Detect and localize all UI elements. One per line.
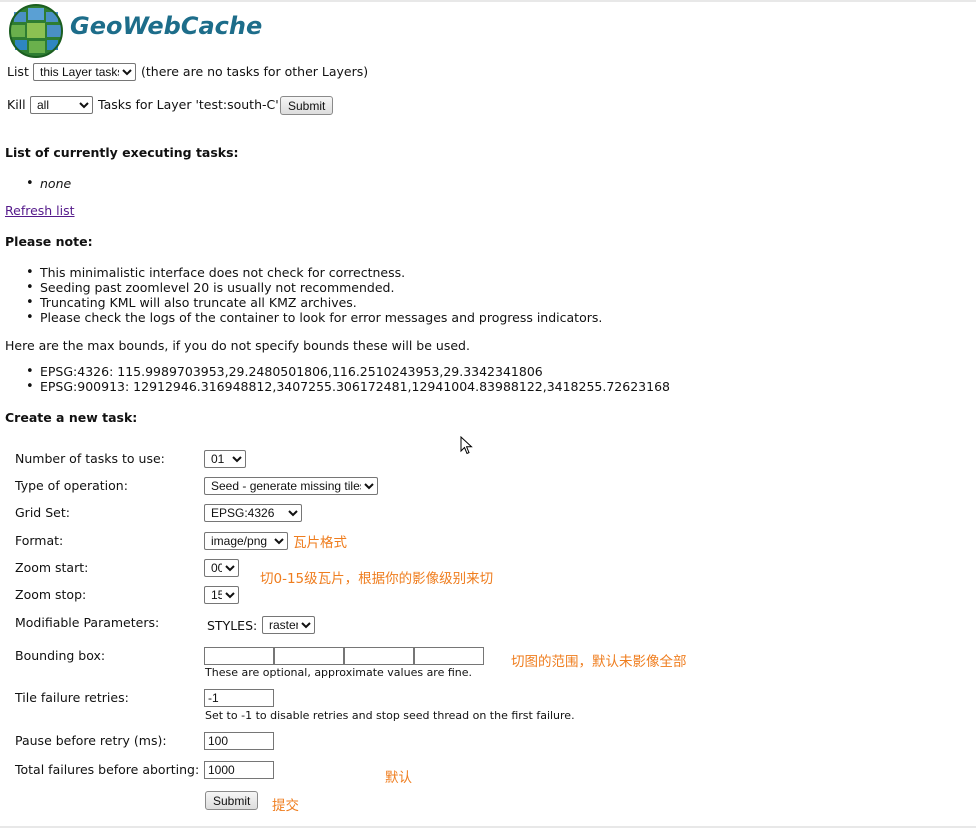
tile-failure-retries-label: Tile failure retries: xyxy=(15,690,129,705)
bbox-minx-input[interactable] xyxy=(204,647,274,665)
styles-label: STYLES: xyxy=(207,618,258,633)
kill-select[interactable]: all xyxy=(30,96,93,114)
total-failures-label: Total failures before aborting: xyxy=(15,762,200,777)
please-note-heading: Please note: xyxy=(5,234,93,249)
geowebcache-globe-logo xyxy=(9,4,63,58)
bounds-list: EPSG:4326: 115.9989703953,29.2480501806,… xyxy=(6,364,670,394)
tile-failure-retries-input[interactable] xyxy=(204,689,274,707)
zoom-start-select[interactable]: 00 xyxy=(204,559,239,577)
submit-annotation: 提交 xyxy=(272,798,299,814)
zoom-stop-label: Zoom stop: xyxy=(15,587,87,602)
logo-text: GeoWebCache xyxy=(70,12,263,40)
format-label: Format: xyxy=(15,533,64,548)
bbox-maxy-input[interactable] xyxy=(414,647,484,665)
list-item: none xyxy=(6,176,71,191)
bbox-miny-input[interactable] xyxy=(274,647,344,665)
bbox-maxx-input[interactable] xyxy=(344,647,414,665)
tile-failure-retries-hint: Set to -1 to disable retries and stop se… xyxy=(205,709,575,722)
bounding-box-label: Bounding box: xyxy=(15,648,106,663)
kill-tasks-text: Tasks for Layer 'test:south-C'. xyxy=(98,97,283,112)
format-annotation: 瓦片格式 xyxy=(293,535,347,551)
kill-submit-button[interactable]: Submit xyxy=(280,96,334,115)
mouse-cursor-icon xyxy=(460,436,473,455)
list-label: List xyxy=(7,64,29,79)
list-scope-select[interactable]: this Layer tasks xyxy=(33,63,136,81)
executing-tasks-heading: List of currently executing tasks: xyxy=(5,145,239,160)
list-item: This minimalistic interface does not che… xyxy=(6,265,602,280)
list-item: Seeding past zoomlevel 20 is usually not… xyxy=(6,280,602,295)
styles-select[interactable]: raster xyxy=(262,616,315,634)
number-of-tasks-select[interactable]: 01 xyxy=(204,450,246,468)
list-item: EPSG:4326: 115.9989703953,29.2480501806,… xyxy=(6,364,670,379)
pause-before-retry-label: Pause before retry (ms): xyxy=(15,733,167,748)
total-failures-input[interactable] xyxy=(204,761,274,779)
type-of-operation-label: Type of operation: xyxy=(15,478,128,493)
pause-before-retry-input[interactable] xyxy=(204,732,274,750)
bounds-intro: Here are the max bounds, if you do not s… xyxy=(5,338,470,353)
zoom-annotation: 切0-15级瓦片，根据你的影像级别来切 xyxy=(260,571,494,587)
executing-tasks-list: none xyxy=(6,176,71,191)
zoom-start-label: Zoom start: xyxy=(15,560,89,575)
list-item: Please check the logs of the container t… xyxy=(6,310,602,325)
bottom-border xyxy=(0,826,976,828)
create-task-heading: Create a new task: xyxy=(5,410,138,425)
number-of-tasks-label: Number of tasks to use: xyxy=(15,451,165,466)
grid-set-label: Grid Set: xyxy=(15,505,70,520)
zoom-stop-select[interactable]: 15 xyxy=(204,586,239,604)
list-item: Truncating KML will also truncate all KM… xyxy=(6,295,602,310)
grid-set-select[interactable]: EPSG:4326 xyxy=(204,504,302,522)
bbox-annotation: 切图的范围，默认未影像全部 xyxy=(511,654,687,670)
list-item: EPSG:900913: 12912946.316948812,3407255.… xyxy=(6,379,670,394)
top-border xyxy=(0,0,976,2)
list-note: (there are no tasks for other Layers) xyxy=(141,64,369,79)
format-select[interactable]: image/png xyxy=(204,532,288,550)
modifiable-parameters-label: Modifiable Parameters: xyxy=(15,615,160,630)
kill-label: Kill xyxy=(7,97,26,112)
notes-list: This minimalistic interface does not che… xyxy=(6,265,602,325)
default-annotation: 默认 xyxy=(385,770,412,786)
bounding-box-hint: These are optional, approximate values a… xyxy=(205,666,473,679)
create-task-submit-button[interactable]: Submit xyxy=(205,791,259,810)
type-of-operation-select[interactable]: Seed - generate missing tiles xyxy=(204,477,378,495)
refresh-list-link[interactable]: Refresh list xyxy=(5,203,75,218)
